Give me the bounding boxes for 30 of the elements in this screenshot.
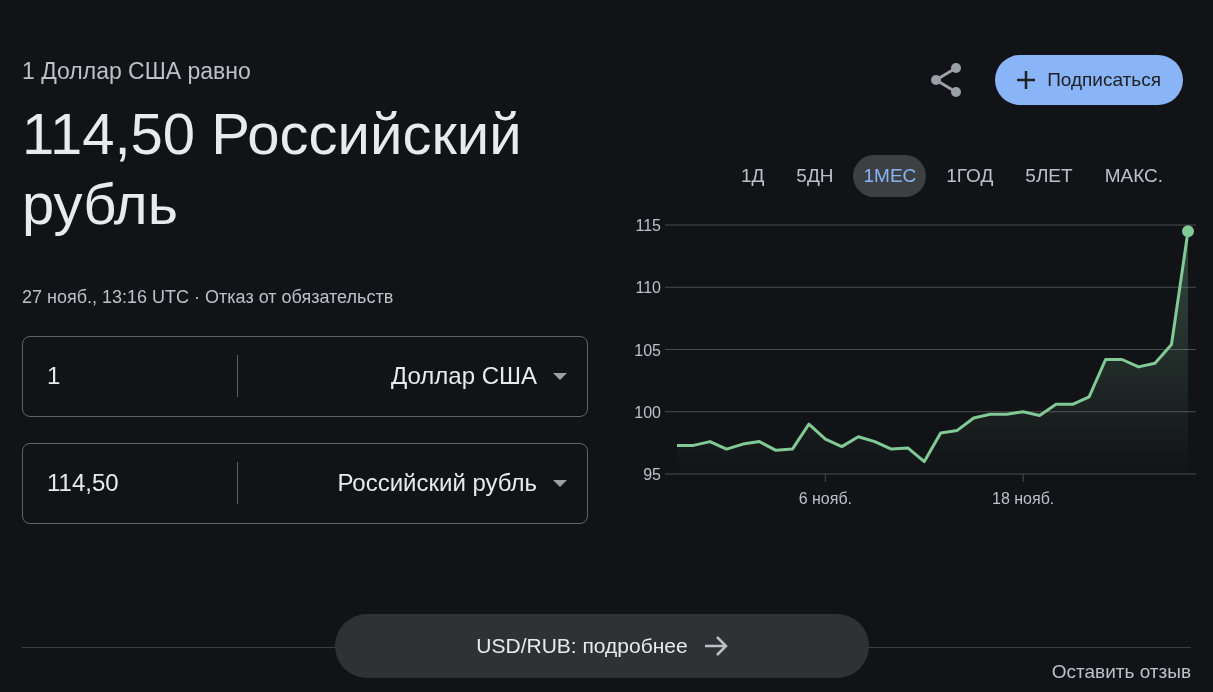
currency-dropdown[interactable]: Доллар США: [238, 358, 587, 394]
current-point: [1182, 225, 1194, 238]
arrow-right-icon: [703, 636, 728, 656]
y-axis-label: 115: [635, 217, 661, 234]
disclaimer-link[interactable]: Отказ от обязательств: [205, 286, 394, 307]
dropdown-caret-icon: [553, 479, 567, 487]
share-icon[interactable]: [929, 62, 964, 98]
amount-field[interactable]: 114,50: [47, 465, 237, 501]
amount-field[interactable]: 1: [47, 358, 237, 394]
feedback-link[interactable]: Оставить отзыв: [1051, 657, 1191, 686]
converted-value: 114,50 Российский рубль: [22, 99, 523, 238]
y-axis-label: 100: [634, 403, 661, 421]
conversion-subtitle: 1 Доллар США равно: [22, 57, 252, 86]
details-button[interactable]: USD/RUB: подробнее: [335, 614, 869, 678]
range-tab[interactable]: 5ЛЕТ: [1013, 155, 1085, 197]
range-tab[interactable]: 1МЕС: [853, 155, 927, 197]
range-tab[interactable]: 1Д: [728, 155, 777, 197]
timestamp: 27 нояб., 13:16 UTC ·: [22, 286, 202, 307]
range-tab[interactable]: 1ГОД: [934, 155, 1006, 197]
x-axis-label: 18 нояб.: [992, 490, 1055, 507]
range-tab[interactable]: МАКС.: [1092, 155, 1175, 197]
y-axis-label: 95: [643, 466, 661, 483]
currency-dropdown[interactable]: Российский рубль: [238, 465, 587, 501]
range-tab[interactable]: 5ДН: [784, 155, 846, 197]
y-axis-label: 105: [634, 341, 661, 359]
x-axis-label: 6 нояб.: [798, 490, 853, 507]
subscribe-button[interactable]: Подписаться: [995, 55, 1183, 105]
plus-icon: [1017, 71, 1036, 89]
y-axis-label: 110: [635, 279, 661, 297]
dropdown-caret-icon: [553, 372, 567, 380]
